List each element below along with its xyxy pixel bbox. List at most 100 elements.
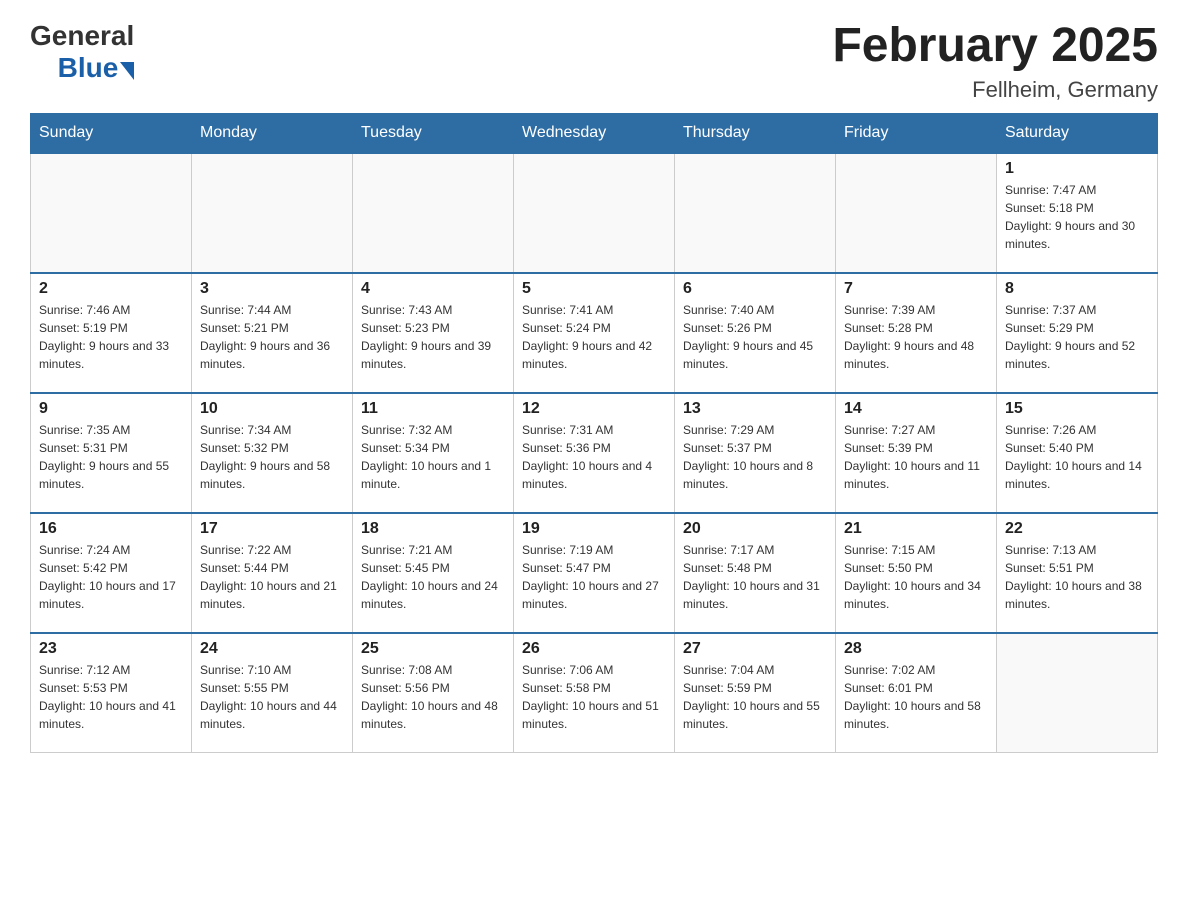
day-number: 11	[361, 400, 505, 418]
calendar-cell	[192, 153, 353, 273]
calendar-cell: 21 Sunrise: 7:15 AMSunset: 5:50 PMDayligh…	[836, 513, 997, 633]
day-number: 9	[39, 400, 183, 418]
day-number: 7	[844, 280, 988, 298]
calendar-cell: 2 Sunrise: 7:46 AMSunset: 5:19 PMDaylight…	[31, 273, 192, 393]
day-info: Sunrise: 7:08 AMSunset: 5:56 PMDaylight:…	[361, 661, 505, 733]
calendar-cell	[997, 633, 1158, 753]
day-info: Sunrise: 7:35 AMSunset: 5:31 PMDaylight:…	[39, 421, 183, 493]
calendar-cell: 15 Sunrise: 7:26 AMSunset: 5:40 PMDayligh…	[997, 393, 1158, 513]
day-number: 27	[683, 640, 827, 658]
day-number: 18	[361, 520, 505, 538]
calendar-cell: 22 Sunrise: 7:13 AMSunset: 5:51 PMDayligh…	[997, 513, 1158, 633]
day-number: 16	[39, 520, 183, 538]
day-number: 6	[683, 280, 827, 298]
day-number: 22	[1005, 520, 1149, 538]
day-number: 23	[39, 640, 183, 658]
calendar-cell: 11 Sunrise: 7:32 AMSunset: 5:34 PMDayligh…	[353, 393, 514, 513]
logo-mark: General Blue	[30, 20, 134, 84]
calendar-cell: 7 Sunrise: 7:39 AMSunset: 5:28 PMDaylight…	[836, 273, 997, 393]
calendar-cell: 25 Sunrise: 7:08 AMSunset: 5:56 PMDayligh…	[353, 633, 514, 753]
calendar-cell: 10Sunrise: 7:34 AMSunset: 5:32 PMDayligh…	[192, 393, 353, 513]
logo-arrow-icon	[120, 62, 134, 80]
day-number: 4	[361, 280, 505, 298]
day-number: 24	[200, 640, 344, 658]
day-info: Sunrise: 7:39 AMSunset: 5:28 PMDaylight:…	[844, 301, 988, 373]
day-info: Sunrise: 7:19 AMSunset: 5:47 PMDaylight:…	[522, 541, 666, 613]
weekday-header-thursday: Thursday	[675, 113, 836, 153]
calendar-cell	[31, 153, 192, 273]
weekday-header-sunday: Sunday	[31, 113, 192, 153]
page-header: General Blue February 2025 Fellheim, Ger…	[30, 20, 1158, 103]
calendar-cell: 6 Sunrise: 7:40 AMSunset: 5:26 PMDaylight…	[675, 273, 836, 393]
calendar-cell: 5 Sunrise: 7:41 AMSunset: 5:24 PMDaylight…	[514, 273, 675, 393]
day-number: 1	[1005, 160, 1149, 178]
day-info: Sunrise: 7:10 AMSunset: 5:55 PMDaylight:…	[200, 661, 344, 733]
calendar-cell: 20 Sunrise: 7:17 AMSunset: 5:48 PMDayligh…	[675, 513, 836, 633]
day-info: Sunrise: 7:29 AMSunset: 5:37 PMDaylight:…	[683, 421, 827, 493]
calendar-cell	[836, 153, 997, 273]
calendar-cell: 14 Sunrise: 7:27 AMSunset: 5:39 PMDayligh…	[836, 393, 997, 513]
calendar-cell: 19 Sunrise: 7:19 AMSunset: 5:47 PMDayligh…	[514, 513, 675, 633]
calendar-cell: 13 Sunrise: 7:29 AMSunset: 5:37 PMDayligh…	[675, 393, 836, 513]
logo-blue-text: Blue	[58, 52, 119, 84]
logo: General Blue	[30, 20, 134, 84]
calendar-cell	[675, 153, 836, 273]
weekday-header-monday: Monday	[192, 113, 353, 153]
day-number: 14	[844, 400, 988, 418]
calendar-cell: 18Sunrise: 7:21 AMSunset: 5:45 PMDayligh…	[353, 513, 514, 633]
weekday-header-saturday: Saturday	[997, 113, 1158, 153]
weekday-header-row: SundayMondayTuesdayWednesdayThursdayFrid…	[31, 113, 1158, 153]
calendar-cell: 12Sunrise: 7:31 AMSunset: 5:36 PMDayligh…	[514, 393, 675, 513]
day-number: 21	[844, 520, 988, 538]
day-info: Sunrise: 7:26 AMSunset: 5:40 PMDaylight:…	[1005, 421, 1149, 493]
calendar-cell: 16 Sunrise: 7:24 AMSunset: 5:42 PMDayligh…	[31, 513, 192, 633]
day-info: Sunrise: 7:43 AMSunset: 5:23 PMDaylight:…	[361, 301, 505, 373]
calendar-cell: 26Sunrise: 7:06 AMSunset: 5:58 PMDayligh…	[514, 633, 675, 753]
weekday-header-friday: Friday	[836, 113, 997, 153]
calendar-cell	[514, 153, 675, 273]
calendar-week-row: 9 Sunrise: 7:35 AMSunset: 5:31 PMDaylight…	[31, 393, 1158, 513]
day-number: 12	[522, 400, 666, 418]
day-number: 20	[683, 520, 827, 538]
day-info: Sunrise: 7:27 AMSunset: 5:39 PMDaylight:…	[844, 421, 988, 493]
calendar-cell: 3Sunrise: 7:44 AMSunset: 5:21 PMDaylight…	[192, 273, 353, 393]
day-number: 19	[522, 520, 666, 538]
calendar-table: SundayMondayTuesdayWednesdayThursdayFrid…	[30, 113, 1158, 754]
day-info: Sunrise: 7:15 AMSunset: 5:50 PMDaylight:…	[844, 541, 988, 613]
calendar-week-row: 1Sunrise: 7:47 AMSunset: 5:18 PMDaylight…	[31, 153, 1158, 273]
day-number: 13	[683, 400, 827, 418]
day-info: Sunrise: 7:41 AMSunset: 5:24 PMDaylight:…	[522, 301, 666, 373]
day-number: 15	[1005, 400, 1149, 418]
calendar-cell: 17Sunrise: 7:22 AMSunset: 5:44 PMDayligh…	[192, 513, 353, 633]
day-info: Sunrise: 7:17 AMSunset: 5:48 PMDaylight:…	[683, 541, 827, 613]
day-number: 26	[522, 640, 666, 658]
calendar-cell: 9 Sunrise: 7:35 AMSunset: 5:31 PMDaylight…	[31, 393, 192, 513]
calendar-week-row: 16 Sunrise: 7:24 AMSunset: 5:42 PMDayligh…	[31, 513, 1158, 633]
day-number: 8	[1005, 280, 1149, 298]
day-info: Sunrise: 7:32 AMSunset: 5:34 PMDaylight:…	[361, 421, 505, 493]
day-info: Sunrise: 7:13 AMSunset: 5:51 PMDaylight:…	[1005, 541, 1149, 613]
location-title: Fellheim, Germany	[832, 77, 1158, 103]
day-info: Sunrise: 7:04 AMSunset: 5:59 PMDaylight:…	[683, 661, 827, 733]
calendar-cell: 8Sunrise: 7:37 AMSunset: 5:29 PMDaylight…	[997, 273, 1158, 393]
day-number: 5	[522, 280, 666, 298]
weekday-header-tuesday: Tuesday	[353, 113, 514, 153]
calendar-week-row: 2 Sunrise: 7:46 AMSunset: 5:19 PMDaylight…	[31, 273, 1158, 393]
day-info: Sunrise: 7:24 AMSunset: 5:42 PMDaylight:…	[39, 541, 183, 613]
day-info: Sunrise: 7:12 AMSunset: 5:53 PMDaylight:…	[39, 661, 183, 733]
calendar-cell: 27 Sunrise: 7:04 AMSunset: 5:59 PMDayligh…	[675, 633, 836, 753]
day-number: 25	[361, 640, 505, 658]
calendar-cell: 1Sunrise: 7:47 AMSunset: 5:18 PMDaylight…	[997, 153, 1158, 273]
day-info: Sunrise: 7:22 AMSunset: 5:44 PMDaylight:…	[200, 541, 344, 613]
calendar-cell: 24 Sunrise: 7:10 AMSunset: 5:55 PMDayligh…	[192, 633, 353, 753]
day-number: 2	[39, 280, 183, 298]
day-info: Sunrise: 7:34 AMSunset: 5:32 PMDaylight:…	[200, 421, 344, 493]
weekday-header-wednesday: Wednesday	[514, 113, 675, 153]
calendar-cell: 4 Sunrise: 7:43 AMSunset: 5:23 PMDaylight…	[353, 273, 514, 393]
title-area: February 2025 Fellheim, Germany	[832, 20, 1158, 103]
day-info: Sunrise: 7:46 AMSunset: 5:19 PMDaylight:…	[39, 301, 183, 373]
day-info: Sunrise: 7:40 AMSunset: 5:26 PMDaylight:…	[683, 301, 827, 373]
logo-general-text: General	[30, 20, 134, 52]
day-info: Sunrise: 7:02 AMSunset: 6:01 PMDaylight:…	[844, 661, 988, 733]
month-title: February 2025	[832, 20, 1158, 73]
